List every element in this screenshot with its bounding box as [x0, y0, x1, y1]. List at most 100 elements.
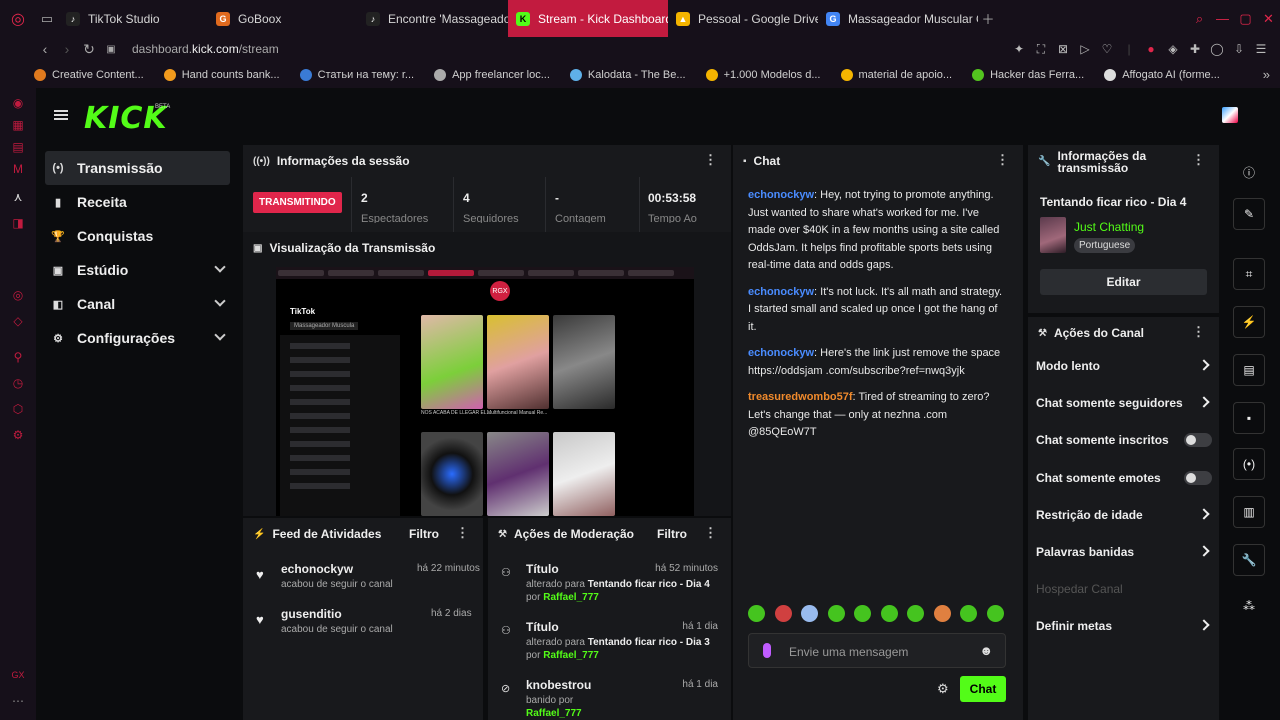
emote-icon[interactable]: [774, 605, 792, 622]
emoji-icon[interactable]: ☻: [979, 643, 993, 658]
toggle-switch[interactable]: [1184, 470, 1212, 485]
feed-kebab-icon[interactable]: ⋮: [456, 526, 469, 539]
sidebar-gx-icon[interactable]: ◉: [11, 96, 25, 110]
browser-tab[interactable]: G Massageador Muscular O: [818, 0, 978, 37]
broadcast-tool-icon[interactable]: (•): [1233, 448, 1265, 480]
menu-item-configurações[interactable]: ⚙ Configurações: [45, 321, 230, 355]
chat-username[interactable]: echonockyw: [748, 189, 814, 201]
emote-icon[interactable]: [801, 605, 818, 622]
emote-icon[interactable]: [960, 605, 977, 622]
reload-icon[interactable]: ↻: [78, 41, 100, 58]
info-kebab-icon[interactable]: ⋮: [1192, 153, 1205, 166]
sidebar-play-icon[interactable]: ◎: [11, 288, 25, 302]
bookmark-item[interactable]: Hacker das Ferra...: [972, 68, 1084, 81]
chat-icon[interactable]: ▪: [1233, 402, 1265, 434]
extension-red-icon[interactable]: ●: [1140, 42, 1162, 56]
bolt-icon[interactable]: ⚡: [1233, 306, 1265, 338]
profile-icon[interactable]: ◯: [1206, 42, 1228, 56]
browser-menu-icon[interactable]: ☰: [1250, 42, 1272, 56]
sidebar-cube2-icon[interactable]: ⬡: [11, 402, 25, 416]
sidebar-m-icon[interactable]: M: [11, 162, 25, 176]
kebab-menu-icon[interactable]: ⋮: [704, 153, 717, 166]
shield-icon[interactable]: ◈: [1162, 42, 1184, 56]
forward-icon[interactable]: ›: [56, 41, 78, 57]
maximize-icon[interactable]: ▢: [1234, 11, 1257, 27]
sidebar-twitch-icon[interactable]: ▦: [11, 118, 25, 132]
browser-tab[interactable]: ▲ Pessoal - Google Drive: [668, 0, 818, 37]
url-field[interactable]: dashboard.kick.com/stream: [132, 42, 279, 56]
menu-item-canal[interactable]: ◧ Canal: [45, 287, 230, 321]
chat-username[interactable]: echonockyw: [748, 347, 814, 359]
mod-kebab-icon[interactable]: ⋮: [704, 526, 717, 539]
new-tab-icon[interactable]: ＋: [978, 0, 998, 37]
bookmark-item[interactable]: material de apoio...: [840, 68, 952, 81]
download-icon[interactable]: ⇩: [1228, 42, 1250, 56]
avatar[interactable]: [1222, 107, 1238, 123]
sidebar-more-icon[interactable]: ⋯: [11, 694, 25, 708]
chat-username[interactable]: echonockyw: [748, 286, 814, 298]
bookmark-item[interactable]: Kalodata - The Be...: [569, 68, 686, 81]
menu-item-receita[interactable]: ▮ Receita: [45, 185, 230, 219]
close-icon[interactable]: ✕: [1257, 11, 1280, 27]
sidebar-clock-icon[interactable]: ◷: [11, 376, 25, 390]
scan-icon[interactable]: ⌗: [1233, 258, 1265, 290]
mod-filter-button[interactable]: Filtro: [657, 527, 687, 541]
bookmark-item[interactable]: Статьи на тему: r...: [299, 68, 414, 81]
channel-action-item[interactable]: Definir metas: [1036, 616, 1212, 636]
browser-tab[interactable]: G GoBoox: [208, 0, 358, 37]
emote-icon[interactable]: [827, 605, 845, 622]
browser-tab[interactable]: K Stream - Kick Dashboard: [508, 0, 668, 37]
menu-item-conquistas[interactable]: 🏆 Conquistas: [45, 219, 230, 253]
mic-icon[interactable]: [763, 643, 771, 658]
actions-kebab-icon[interactable]: ⋮: [1192, 325, 1205, 338]
feed-filter-button[interactable]: Filtro: [409, 527, 439, 541]
chat-kebab-icon[interactable]: ⋮: [996, 153, 1009, 166]
bookmark-item[interactable]: Affogato AI (forme...: [1104, 68, 1220, 81]
layout-icon[interactable]: ▥: [1233, 496, 1265, 528]
toggle-switch[interactable]: [1184, 433, 1212, 448]
emote-icon[interactable]: [854, 605, 871, 622]
document-icon[interactable]: ▤: [1233, 354, 1265, 386]
sidebar-mail-icon[interactable]: ▤: [11, 140, 25, 154]
chat-username[interactable]: treasuredwombo57f: [748, 391, 853, 403]
info-icon[interactable]: ⓘ: [1233, 156, 1265, 188]
channel-action-item[interactable]: Chat somente emotes: [1036, 468, 1212, 488]
sidebar-settings-icon[interactable]: ⚙: [11, 428, 25, 442]
chat-settings-icon[interactable]: ⚙: [937, 681, 949, 697]
edit-button[interactable]: Editar: [1040, 269, 1207, 295]
emote-icon[interactable]: [880, 605, 898, 622]
emote-icon[interactable]: [907, 605, 924, 622]
channel-action-item[interactable]: Restrição de idade: [1036, 505, 1212, 525]
extensions-icon[interactable]: ✚: [1184, 42, 1206, 56]
heart-icon[interactable]: ♡: [1096, 42, 1118, 56]
stream-preview[interactable]: TikTok Massageador Muscula NOS ACABA DE …: [276, 267, 694, 516]
opera-gx-logo-icon[interactable]: ◎: [0, 0, 36, 37]
community-icon[interactable]: ⁂: [1233, 590, 1265, 622]
bookmark-item[interactable]: +1.000 Modelos d...: [705, 68, 821, 81]
hamburger-icon[interactable]: [54, 108, 68, 122]
minimize-icon[interactable]: —: [1211, 11, 1234, 26]
back-icon[interactable]: ‹: [34, 41, 56, 57]
emote-icon[interactable]: [933, 605, 951, 622]
wrench-tool-icon[interactable]: 🔧: [1233, 544, 1265, 576]
sidebar-twitch2-icon[interactable]: ◨: [11, 216, 25, 230]
play-icon[interactable]: ▷: [1074, 42, 1096, 56]
sidebar-cube-icon[interactable]: ◇: [11, 314, 25, 328]
feed-user[interactable]: gusenditio: [281, 607, 342, 621]
pin-icon[interactable]: ✦: [1008, 42, 1030, 56]
chat-input[interactable]: Envie uma mensagem ☻: [748, 633, 1006, 668]
menu-item-estúdio[interactable]: ▣ Estúdio: [45, 253, 230, 287]
edit-icon[interactable]: ✎: [1233, 198, 1265, 230]
category-link[interactable]: Just Chatting: [1074, 220, 1144, 234]
emote-icon[interactable]: [748, 605, 765, 622]
menu-item-transmissão[interactable]: (•) Transmissão: [45, 151, 230, 185]
adblock-icon[interactable]: ⊠: [1052, 42, 1074, 56]
sidebar-arrow-icon[interactable]: ⋏: [11, 190, 25, 204]
channel-action-item[interactable]: Chat somente seguidores: [1036, 393, 1212, 413]
feed-user[interactable]: echonockyw: [281, 562, 353, 576]
emote-icon[interactable]: [986, 605, 1004, 622]
channel-action-item[interactable]: Modo lento: [1036, 356, 1212, 376]
bookmark-item[interactable]: Hand counts bank...: [163, 68, 280, 81]
bookmarks-more-icon[interactable]: »: [1263, 67, 1270, 82]
bookmark-item[interactable]: App freelancer loc...: [434, 68, 550, 81]
